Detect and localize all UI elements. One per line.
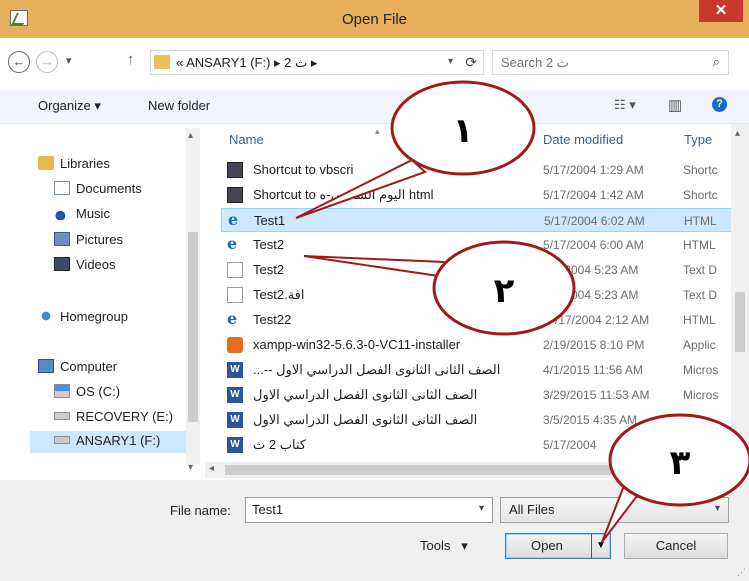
view-options-icon[interactable]: ☷ ▾ bbox=[614, 97, 636, 113]
libraries-icon bbox=[38, 156, 54, 170]
file-name-value[interactable]: Test1 bbox=[252, 502, 283, 517]
folder-icon bbox=[154, 55, 170, 69]
os-drive-icon bbox=[54, 384, 70, 398]
address-bar[interactable]: « ANSARY1 (F:) ▸ ث 2 ▸ ▾ ⟳ bbox=[150, 50, 484, 75]
navigation-pane: Libraries Documents Music Pictures Video… bbox=[0, 124, 198, 480]
nav-pane-scroll-thumb[interactable] bbox=[188, 232, 198, 422]
installer-icon bbox=[227, 337, 243, 353]
command-bar: Organize ▾ New folder ☷ ▾ ▥ ? bbox=[0, 90, 749, 124]
nav-item-homegroup[interactable]: Homegroup bbox=[38, 309, 128, 329]
scroll-up-icon[interactable]: ▴ bbox=[188, 130, 193, 141]
dialog-footer: File name: Test1 ▾ All Files ▾ Tools ▾ O… bbox=[0, 480, 749, 581]
nav-item-music[interactable]: Music bbox=[54, 206, 110, 226]
file-name-label: File name: bbox=[170, 503, 231, 518]
computer-icon bbox=[38, 359, 54, 373]
file-row[interactable]: W الصف الثانى الثانوى الفصل الدراسي الاو… bbox=[221, 383, 735, 407]
file-row[interactable]: W كتاب 2 ث 5/17/2004 bbox=[221, 433, 735, 457]
tools-button[interactable]: Tools ▾ bbox=[420, 538, 468, 554]
file-row[interactable]: Test2.افة /2004 5:23 AM Text D bbox=[221, 283, 735, 307]
file-list-scroll-thumb[interactable] bbox=[735, 292, 745, 352]
address-dropdown-icon[interactable]: ▾ bbox=[448, 56, 453, 67]
drive-icon bbox=[54, 436, 70, 444]
word-doc-icon: W bbox=[227, 362, 243, 378]
search-icon[interactable]: ⌕ bbox=[713, 54, 720, 70]
homegroup-icon bbox=[38, 309, 54, 323]
scroll-left-icon[interactable]: ◂ bbox=[209, 463, 214, 474]
close-button[interactable]: ✕ bbox=[699, 0, 743, 22]
address-row: ← → ▾ ↑ « ANSARY1 (F:) ▸ ث 2 ▸ ▾ ⟳ ⌕ bbox=[0, 38, 749, 90]
nav-item-pictures[interactable]: Pictures bbox=[54, 232, 123, 252]
shortcut-icon bbox=[227, 187, 243, 203]
back-button[interactable]: ← bbox=[8, 51, 30, 73]
resize-grip-icon[interactable]: ⋰ bbox=[737, 567, 746, 578]
nav-item-computer[interactable]: Computer bbox=[38, 359, 117, 379]
pictures-icon bbox=[54, 232, 70, 246]
html-file-icon: e bbox=[227, 234, 238, 253]
file-row[interactable]: e Test22 /17/2004 2:12 AM HTML bbox=[221, 308, 735, 332]
file-row[interactable]: W الصف الثانى الثانوى الفصل الدراسي الاو… bbox=[221, 408, 735, 432]
horizontal-scroll-thumb[interactable] bbox=[225, 465, 623, 475]
nav-item-ansary1-f[interactable]: ANSARY1 (F:) bbox=[30, 431, 186, 453]
file-row[interactable]: Shortcut to vbscri 5/17/2004 1:29 AM Sho… bbox=[221, 158, 735, 182]
column-header-name[interactable]: Name bbox=[229, 132, 264, 147]
file-name-field[interactable]: Test1 ▾ bbox=[245, 497, 493, 523]
open-split-divider bbox=[591, 534, 592, 558]
file-type-value[interactable]: All Files bbox=[509, 502, 555, 517]
file-list-horizontal-scrollbar[interactable]: ◂ bbox=[205, 462, 731, 478]
organize-button[interactable]: Organize ▾ bbox=[38, 98, 101, 114]
nav-pane-scrollbar[interactable]: ▴ bbox=[186, 128, 200, 464]
column-header-date[interactable]: Date modified bbox=[543, 132, 623, 147]
open-button[interactable]: Open ▼ bbox=[505, 533, 611, 559]
nav-item-videos[interactable]: Videos bbox=[54, 257, 116, 277]
title-bar: Open File ✕ bbox=[0, 0, 749, 38]
chevron-down-icon[interactable]: ▾ bbox=[479, 503, 484, 514]
file-row[interactable]: xampp-win32-5.6.3-0-VC11-installer 2/19/… bbox=[221, 333, 735, 357]
refresh-icon[interactable]: ⟳ bbox=[465, 54, 477, 71]
scroll-up-icon[interactable]: ▴ bbox=[735, 128, 740, 139]
nav-item-os-c[interactable]: OS (C:) bbox=[54, 384, 120, 404]
nav-item-documents[interactable]: Documents bbox=[54, 181, 142, 201]
word-doc-icon: W bbox=[227, 387, 243, 403]
sort-arrow-icon: ▴ bbox=[375, 126, 380, 136]
text-file-icon bbox=[227, 287, 243, 303]
file-row[interactable]: W ...-- الصف الثانى الثانوى الفصل الدراس… bbox=[221, 358, 735, 382]
drive-icon bbox=[54, 412, 70, 420]
file-list-vertical-scrollbar[interactable]: ▴ bbox=[731, 124, 749, 460]
file-row-selected[interactable]: e Test1 5/17/2004 6:02 AM HTML bbox=[221, 208, 735, 232]
up-button[interactable]: ↑ bbox=[127, 51, 135, 68]
help-icon[interactable]: ? bbox=[712, 97, 727, 112]
text-file-icon bbox=[227, 262, 243, 278]
chevron-down-icon[interactable]: ▾ bbox=[715, 503, 720, 514]
scroll-down-icon[interactable]: ▾ bbox=[188, 462, 193, 473]
nav-item-libraries[interactable]: Libraries bbox=[38, 156, 110, 176]
documents-icon bbox=[54, 181, 70, 195]
music-icon bbox=[54, 206, 70, 220]
html-file-icon: e bbox=[228, 210, 239, 229]
word-doc-icon: W bbox=[227, 437, 243, 453]
nav-item-recovery-e[interactable]: RECOVERY (E:) bbox=[54, 409, 173, 429]
forward-button[interactable]: → bbox=[36, 51, 58, 73]
html-file-icon: e bbox=[227, 309, 238, 328]
cancel-button[interactable]: Cancel bbox=[624, 533, 728, 559]
search-box[interactable]: ⌕ bbox=[492, 50, 729, 75]
new-folder-button[interactable]: New folder bbox=[148, 98, 210, 113]
videos-icon bbox=[54, 257, 70, 271]
window-title: Open File bbox=[341, 11, 408, 28]
open-options-arrow-icon[interactable]: ▼ bbox=[596, 534, 606, 558]
file-row[interactable]: Shortcut to اليوم السادس-ه html 5/17/200… bbox=[221, 183, 735, 207]
address-path[interactable]: « ANSARY1 (F:) ▸ ث 2 ▸ bbox=[176, 55, 317, 71]
search-input[interactable] bbox=[501, 55, 691, 70]
shortcut-icon bbox=[227, 162, 243, 178]
preview-pane-icon[interactable]: ▥ bbox=[668, 96, 682, 114]
file-row[interactable]: Test2 /2004 5:23 AM Text D bbox=[221, 258, 735, 282]
word-doc-icon: W bbox=[227, 412, 243, 428]
column-header-type[interactable]: Type bbox=[684, 132, 712, 147]
file-list: Name ▴ Date modified Type Shortcut to vb… bbox=[205, 124, 739, 458]
recent-locations-button[interactable]: ▾ bbox=[66, 54, 72, 67]
file-row[interactable]: e Test2 5/17/2004 6:00 AM HTML bbox=[221, 233, 735, 257]
file-type-filter[interactable]: All Files ▾ bbox=[500, 497, 729, 523]
